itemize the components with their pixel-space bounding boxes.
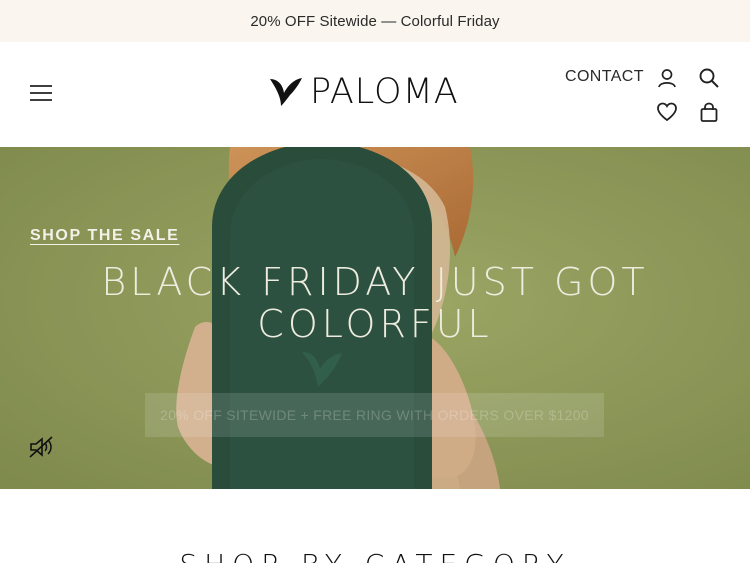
shop-the-sale-link[interactable]: SHOP THE SALE <box>30 227 179 245</box>
heart-icon[interactable] <box>656 101 678 123</box>
announcement-bar: 20% OFF Sitewide — Colorful Friday <box>0 0 750 42</box>
hero-banner[interactable]: SHOP THE SALE BLACK FRIDAY JUST GOT COLO… <box>0 147 750 489</box>
logo[interactable]: PALOMA <box>268 72 459 112</box>
site-header: PALOMA CONTACT <box>0 42 750 147</box>
mute-icon[interactable] <box>28 435 54 459</box>
section-title: SHOP BY CATEGORY <box>0 548 750 563</box>
hero-title-line-2: COLORFUL <box>257 302 493 346</box>
hero-cta-label: 20% OFF SITEWIDE + FREE RING WITH ORDERS… <box>160 407 589 423</box>
menu-icon[interactable] <box>28 82 54 104</box>
bird-logo-icon <box>270 78 302 106</box>
search-icon[interactable] <box>698 67 720 89</box>
user-icon[interactable] <box>656 67 678 89</box>
logo-text: PALOMA <box>310 72 459 112</box>
bag-icon[interactable] <box>698 101 720 123</box>
announcement-text: 20% OFF Sitewide — Colorful Friday <box>250 12 500 30</box>
hero-title-line-1: BLACK FRIDAY JUST GOT <box>101 260 649 304</box>
contact-link[interactable]: CONTACT <box>565 68 644 86</box>
hero-cta-button[interactable]: 20% OFF SITEWIDE + FREE RING WITH ORDERS… <box>145 393 604 437</box>
hero-title: BLACK FRIDAY JUST GOT COLORFUL <box>60 261 690 345</box>
